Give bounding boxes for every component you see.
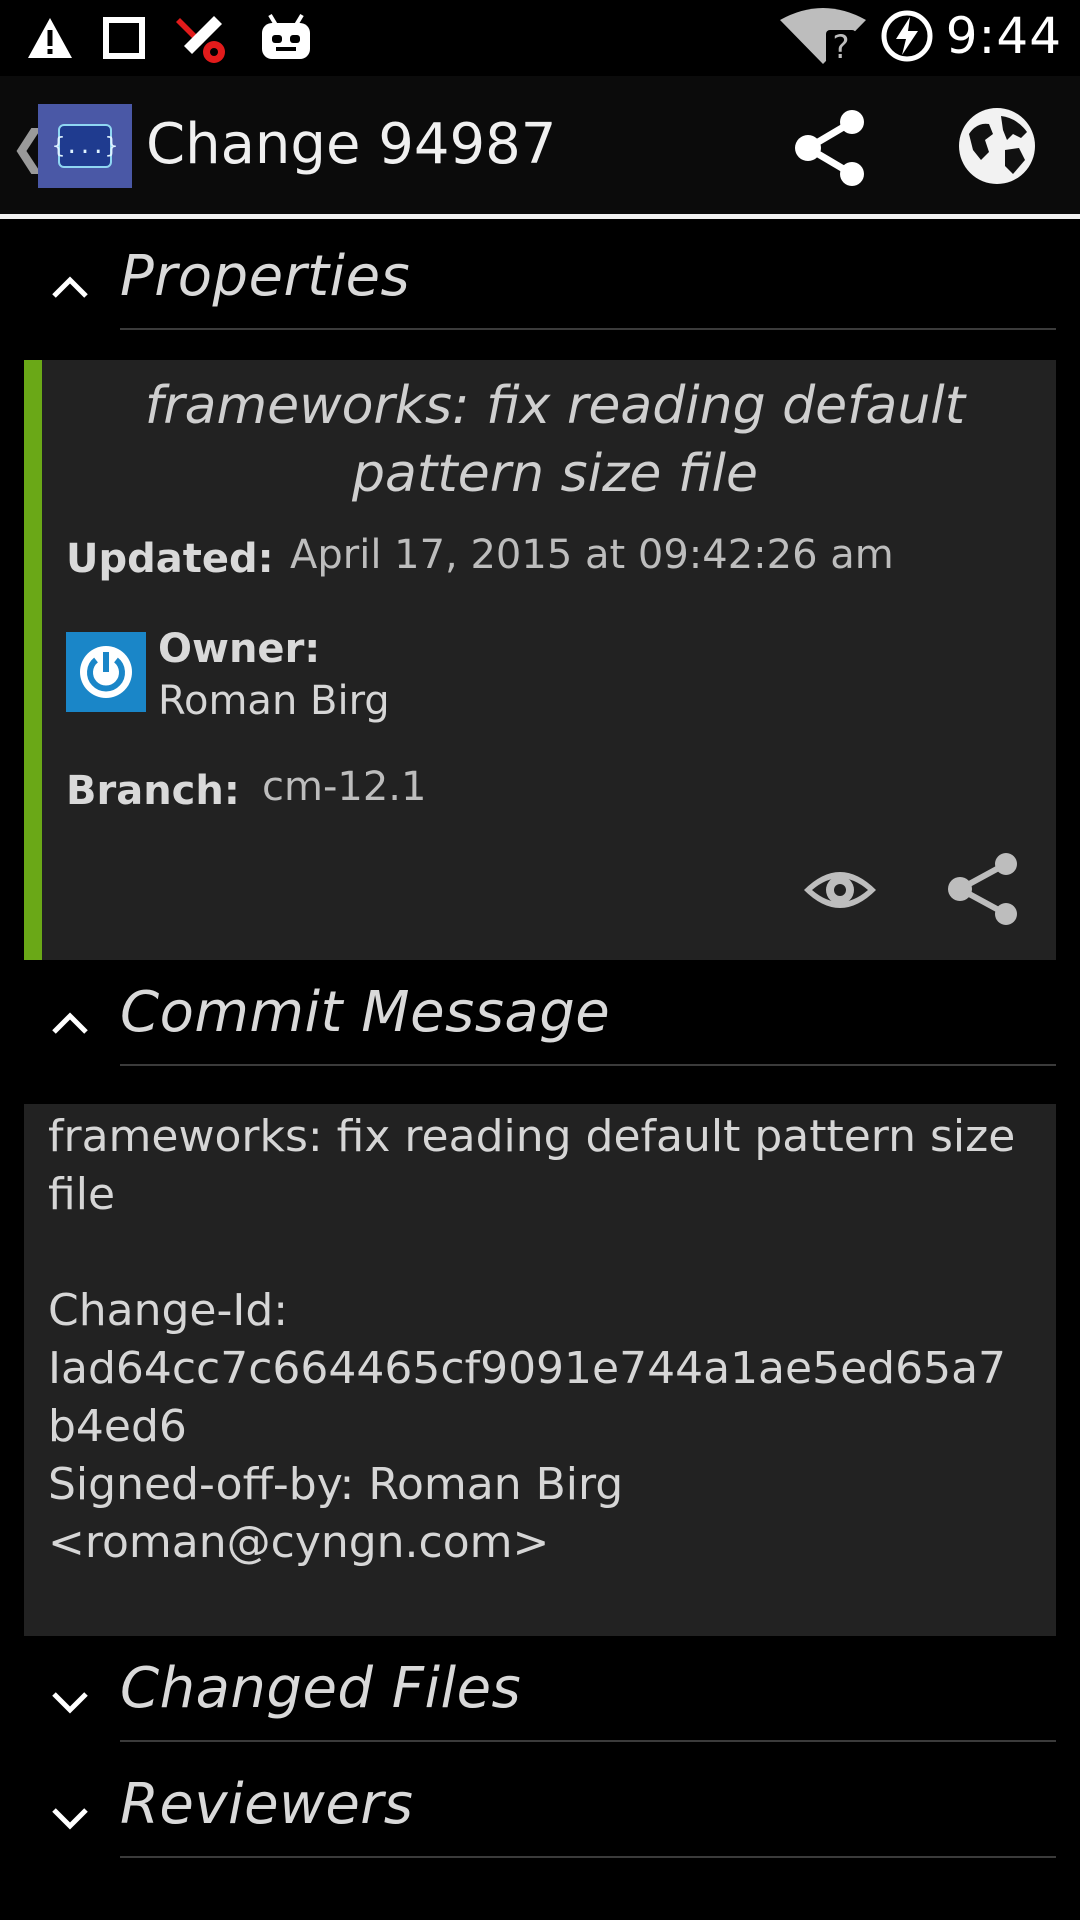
page-title: Change 94987 (146, 112, 557, 177)
section-divider (120, 1856, 1056, 1858)
share-change-icon[interactable] (944, 850, 1022, 928)
section-divider (120, 328, 1056, 330)
section-title: Changed Files (120, 1656, 522, 1721)
chevron-up-icon (52, 276, 88, 298)
commit-message-card: frameworks: fix reading default pattern … (24, 1104, 1056, 1636)
avatar[interactable] (66, 632, 146, 712)
status-left-icons (26, 10, 314, 66)
section-divider (120, 1740, 1056, 1742)
updated-label: Updated: (66, 536, 274, 582)
action-bar-divider (0, 214, 1080, 219)
square-icon (103, 17, 145, 59)
section-divider (120, 1064, 1056, 1066)
power-icon (80, 646, 132, 698)
chevron-down-icon (52, 1692, 88, 1714)
status-accent-bar (24, 360, 42, 960)
commit-message-text: frameworks: fix reading default pattern … (48, 1111, 1016, 1568)
section-properties-header[interactable]: Properties (0, 240, 1080, 330)
app-logo-glyph: {...} (52, 124, 118, 168)
branch-value: cm-12.1 (262, 764, 427, 810)
svg-text:?: ? (832, 28, 849, 66)
status-right-icons: ? 9:44 (778, 6, 1062, 66)
battery-charging-icon (881, 10, 933, 62)
section-title: Reviewers (120, 1772, 414, 1837)
change-subject: frameworks: fix reading default pattern … (144, 376, 966, 504)
chevron-down-icon (52, 1808, 88, 1830)
status-bar: ? 9:44 (0, 0, 1080, 76)
owner-label: Owner: (158, 626, 321, 672)
section-title: Commit Message (120, 980, 611, 1045)
section-title: Properties (120, 244, 411, 309)
warning-icon (28, 18, 72, 58)
tools-icon (176, 16, 225, 63)
share-icon[interactable] (790, 108, 870, 188)
owner-name[interactable]: Roman Birg (158, 678, 390, 724)
action-bar: ❮ {...} Change 94987 (0, 76, 1080, 214)
app-logo[interactable]: {...} (38, 104, 132, 188)
globe-icon[interactable] (955, 104, 1039, 188)
section-reviewers-header[interactable]: Reviewers (0, 1768, 1080, 1858)
branch-label: Branch: (66, 768, 240, 814)
section-changed-files-header[interactable]: Changed Files (0, 1652, 1080, 1742)
chevron-up-icon (52, 1012, 88, 1034)
eye-icon[interactable] (800, 860, 880, 920)
properties-card: frameworks: fix reading default pattern … (24, 360, 1056, 960)
section-commit-message-header[interactable]: Commit Message (0, 976, 1080, 1066)
android-icon (262, 13, 310, 59)
status-time: 9:44 (945, 7, 1062, 65)
updated-value: April 17, 2015 at 09:42:26 am (290, 532, 894, 578)
wifi-icon: ? (779, 8, 866, 66)
